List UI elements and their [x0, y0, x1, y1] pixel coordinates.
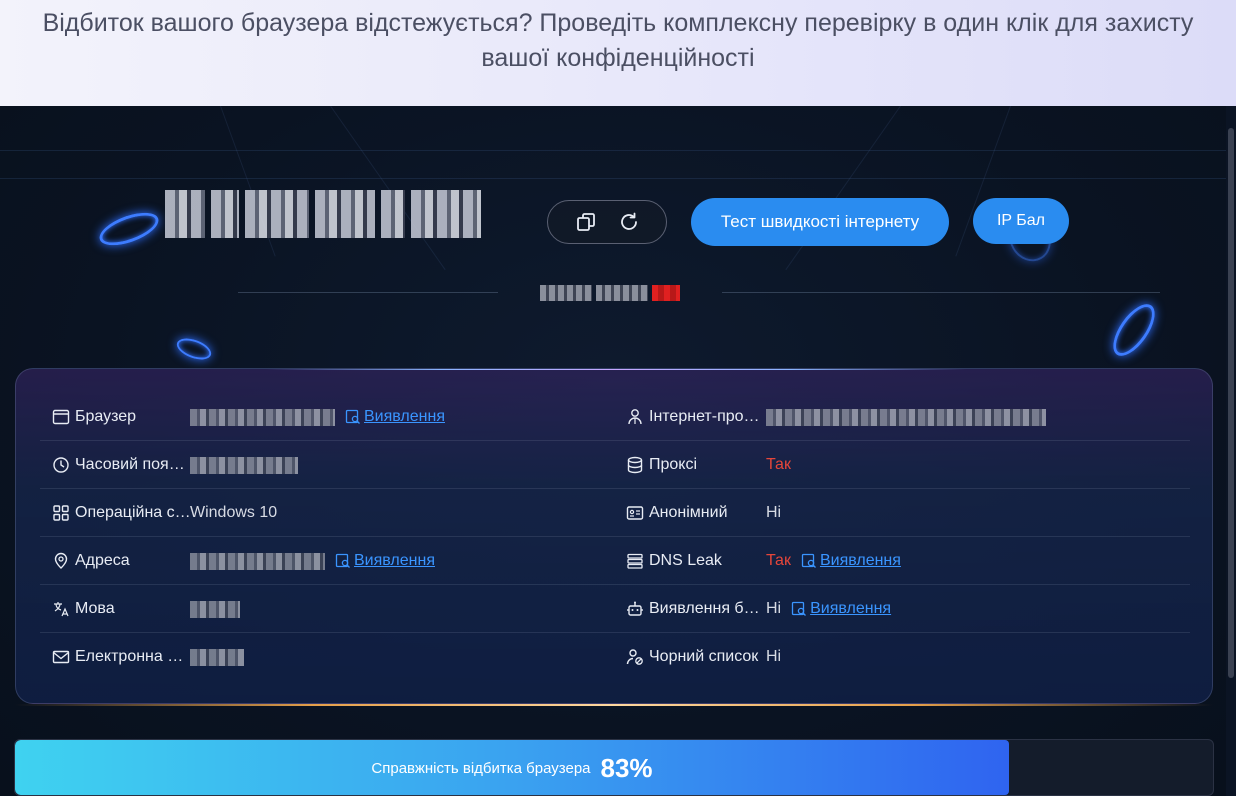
ip-score-button[interactable]: IP Бал	[973, 198, 1069, 244]
grid-icon	[53, 505, 69, 521]
proxy-value: Так	[766, 456, 791, 473]
blacklist-value: Ні	[766, 648, 782, 665]
decorative-ring	[174, 334, 214, 364]
scrollbar-thumb[interactable]	[1228, 128, 1234, 678]
decorative-ring	[1105, 297, 1163, 363]
info-label-browser: Браузер	[75, 408, 137, 425]
server-list-icon	[627, 553, 643, 569]
detect-icon	[801, 553, 816, 568]
info-row: Електронна … Чорний список Ні	[40, 633, 1190, 681]
bg-gridline	[0, 150, 1226, 151]
anonymous-value: Ні	[766, 504, 782, 521]
location-info	[540, 285, 680, 301]
info-row: Часовий поя… Проксі Так	[40, 441, 1190, 489]
browser-window-icon	[52, 409, 70, 425]
fingerprint-authenticity-bar: Справжність відбитка браузера 83%	[14, 739, 1214, 796]
robot-icon	[627, 601, 643, 616]
address-value	[190, 552, 325, 570]
ip-address	[165, 186, 495, 242]
timezone-value	[190, 456, 298, 474]
country-flag-icon	[652, 285, 680, 301]
dns-leak-detect-link[interactable]: Виявлення	[801, 552, 901, 570]
info-label-language: Мова	[75, 600, 115, 617]
divider	[722, 292, 1160, 293]
progress-percent: 83%	[600, 753, 653, 783]
translate-icon	[54, 602, 69, 617]
info-label-address: Адреса	[75, 552, 130, 569]
refresh-icon[interactable]	[618, 211, 640, 233]
divider	[238, 292, 498, 293]
mail-icon	[52, 650, 70, 664]
dns-leak-value: Так	[766, 552, 791, 569]
isp-value	[766, 408, 1046, 426]
browser-value	[190, 408, 335, 426]
copy-icon[interactable]	[575, 211, 597, 233]
banner-text-line2: вашої конфіденційності	[481, 44, 755, 72]
email-value	[190, 648, 244, 666]
info-label-anonymous: Анонімний	[649, 504, 728, 521]
clock-icon	[53, 457, 69, 473]
location-pin-icon	[54, 552, 68, 569]
user-block-icon	[626, 649, 643, 665]
bot-detection-value: Ні	[766, 600, 782, 617]
user-network-icon	[628, 409, 642, 425]
browser-detect-link[interactable]: Виявлення	[345, 408, 445, 426]
top-banner: Відбиток вашого браузера відстежується? …	[0, 0, 1236, 106]
info-label-os: Операційна с…	[75, 504, 191, 521]
info-label-email: Електронна …	[75, 648, 184, 665]
info-label-timezone: Часовий поя…	[75, 456, 185, 473]
decorative-ring	[95, 206, 163, 252]
info-row: Браузер Виявлення Інтернет-про…	[40, 393, 1190, 441]
info-row: Операційна с… Windows 10 Анонімний Ні	[40, 489, 1190, 537]
ip-controls	[547, 200, 667, 244]
info-label-blacklist: Чорний список	[649, 648, 759, 665]
database-icon	[627, 456, 643, 474]
bot-detection-detect-link[interactable]: Виявлення	[791, 600, 891, 618]
info-label-dns-leak: DNS Leak	[649, 552, 722, 569]
detect-icon	[791, 601, 807, 616]
banner-text-line1: Відбиток вашого браузера відстежується? …	[42, 9, 1194, 37]
info-label-proxy: Проксі	[649, 456, 698, 473]
info-label-bot-detection: Виявлення б…	[649, 600, 760, 617]
detect-icon	[335, 553, 350, 568]
progress-label: Справжність відбитка браузера	[371, 760, 591, 777]
fingerprint-info-panel: Браузер Виявлення Інтернет-про… Часовий …	[15, 368, 1213, 704]
info-row: Мова Виявлення б… Ні Виявлення	[40, 585, 1190, 633]
id-card-icon	[626, 506, 644, 520]
language-value	[190, 600, 240, 618]
info-row: Адреса Виявлення DNS Leak Так Виявлення	[40, 537, 1190, 585]
address-detect-link[interactable]: Виявлення	[335, 552, 435, 570]
detect-icon	[345, 409, 360, 424]
speed-test-button[interactable]: Тест швидкості інтернету	[691, 198, 949, 246]
os-value: Windows 10	[190, 504, 278, 521]
bg-gridline	[0, 178, 1226, 179]
info-label-isp: Інтернет-про…	[649, 408, 760, 425]
